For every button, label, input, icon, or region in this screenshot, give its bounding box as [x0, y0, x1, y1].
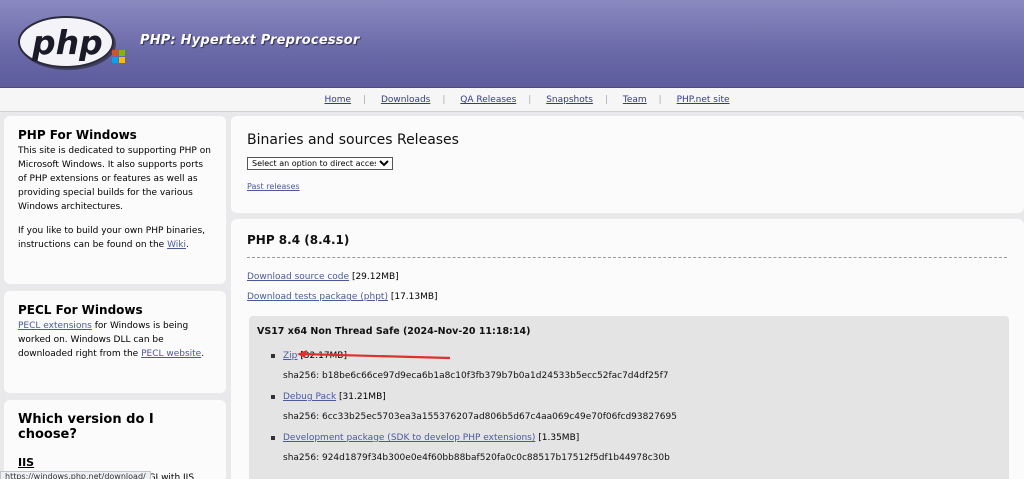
- source-download-line: Download source code [29.12MB]: [247, 272, 1008, 282]
- debug-pack-link[interactable]: Debug Pack: [283, 392, 336, 402]
- sidebar-pecl-text: PECL extensions for Windows is being wor…: [18, 319, 212, 361]
- download-source-link[interactable]: Download source code: [247, 272, 349, 282]
- development-package-link[interactable]: Development package (SDK to develop PHP …: [283, 433, 535, 443]
- nav-qa-releases[interactable]: QA Releases: [460, 95, 516, 105]
- sidebar-windows-build-text: If you like to build your own PHP binari…: [18, 224, 212, 252]
- package-sha256: sha256: b18be6c66ce97d9eca6b1a8c10f3fb37…: [283, 371, 669, 381]
- build-title: VS17 x64 Non Thread Safe (2024-Nov-20 11…: [257, 326, 531, 337]
- which-version-title: Which version do I choose?: [18, 412, 154, 442]
- iis-heading: IIS: [18, 456, 35, 469]
- download-tests-link[interactable]: Download tests package (phpt): [247, 292, 388, 302]
- package-size: [1.35MB]: [538, 433, 580, 443]
- nav-snapshots[interactable]: Snapshots: [546, 95, 593, 105]
- status-bar-url: https://windows.php.net/download/: [0, 471, 151, 479]
- package-item: Debug Pack [31.21MB] sha256: 6cc33b25ec5…: [271, 392, 1001, 422]
- nav-php-net-site[interactable]: PHP.net site: [677, 95, 730, 105]
- php-logo-icon[interactable]: php: [18, 14, 126, 72]
- past-releases-link[interactable]: Past releases: [247, 182, 1008, 191]
- nav-team[interactable]: Team: [623, 95, 647, 105]
- build-section: VS17 x64 Non Thread Safe (2024-Nov-20 11…: [249, 316, 1009, 479]
- sidebar-pecl-title: PECL For Windows: [18, 303, 143, 317]
- sidebar-php-for-windows: PHP For Windows This site is dedicated t…: [4, 116, 226, 284]
- sidebar-windows-title: PHP For Windows: [18, 128, 137, 142]
- php-release-panel: PHP 8.4 (8.4.1) Download source code [29…: [231, 219, 1024, 479]
- package-sha256: sha256: 6cc33b25ec5703ea3a155376207ad806…: [283, 412, 677, 422]
- package-size: [32.17MB]: [300, 351, 347, 361]
- bullet-icon: [271, 353, 275, 358]
- logo-text: php: [31, 23, 103, 62]
- package-size: [31.21MB]: [339, 392, 386, 402]
- package-item: Zip [32.17MB] sha256: b18be6c66ce97d9eca…: [271, 351, 1001, 381]
- build-text-end: .: [185, 240, 189, 250]
- package-item: Development package (SDK to develop PHP …: [271, 433, 1001, 463]
- sidebar-windows-text: This site is dedicated to supporting PHP…: [18, 146, 211, 212]
- wiki-link[interactable]: Wiki: [167, 240, 186, 250]
- nav-downloads[interactable]: Downloads: [381, 95, 430, 105]
- source-size: [29.12MB]: [351, 272, 399, 282]
- releases-panel: Binaries and sources Releases Select an …: [231, 116, 1024, 213]
- php-version-title: PHP 8.4 (8.4.1): [247, 233, 1007, 258]
- sidebar-which-version: Which version do I choose? IIS If you ar…: [4, 400, 226, 479]
- package-sha256: sha256: 924d1879f34b300e0e4f60bb88baf520…: [283, 453, 670, 463]
- site-header: php PHP: Hypertext Preprocessor: [0, 0, 1024, 88]
- tests-download-line: Download tests package (phpt) [17.13MB]: [247, 292, 1008, 302]
- pecl-text-end: .: [201, 349, 205, 359]
- sidebar-pecl-for-windows: PECL For Windows PECL extensions for Win…: [4, 291, 226, 393]
- nav-home[interactable]: Home: [324, 95, 351, 105]
- releases-title: Binaries and sources Releases: [247, 132, 459, 148]
- pecl-website-link[interactable]: PECL website: [141, 349, 201, 359]
- tests-size: [17.13MB]: [390, 292, 438, 302]
- pecl-extensions-link[interactable]: PECL extensions: [18, 321, 92, 331]
- direct-access-select[interactable]: Select an option to direct access...: [247, 157, 393, 170]
- top-navigation: Home | Downloads | QA Releases | Snapshots |…: [0, 88, 1024, 112]
- zip-download-link[interactable]: Zip: [283, 351, 297, 361]
- bullet-icon: [271, 435, 275, 440]
- bullet-icon: [271, 394, 275, 399]
- site-name: PHP: Hypertext Preprocessor: [140, 33, 360, 48]
